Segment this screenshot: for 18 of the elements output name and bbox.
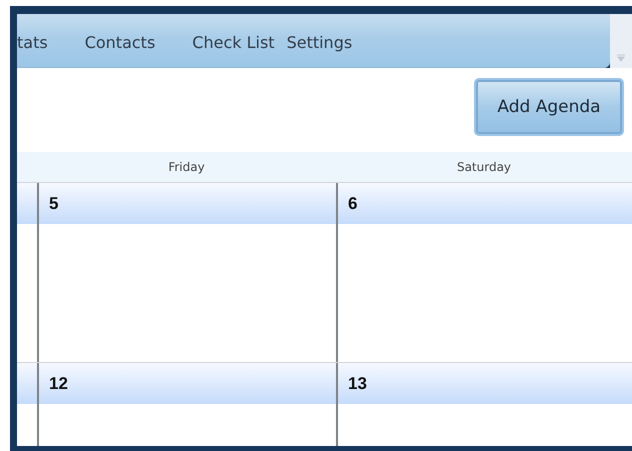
day-cell[interactable]: 12 <box>37 363 336 446</box>
day-header: Friday <box>167 160 206 174</box>
date-strip <box>17 183 37 224</box>
day-header: Saturday <box>456 160 512 174</box>
date-number: 12 <box>49 374 68 394</box>
menu-tab[interactable]: Contacts <box>84 33 156 52</box>
add-agenda-button[interactable]: Add Agenda <box>474 78 624 136</box>
date-number: 13 <box>348 374 367 394</box>
day-cell[interactable]: 6 <box>336 183 632 362</box>
menu-tab[interactable]: Settings <box>286 33 352 52</box>
day-cell[interactable]: 5 <box>37 183 336 362</box>
menu-tab[interactable]: tats <box>17 33 48 52</box>
menu-tab[interactable]: Check List <box>192 33 275 52</box>
date-number: 6 <box>348 194 358 214</box>
date-number: 5 <box>49 194 58 214</box>
day-cell[interactable]: 13 <box>336 363 632 446</box>
date-strip <box>17 363 37 404</box>
dropdown-arrow-icon[interactable] <box>616 54 626 62</box>
